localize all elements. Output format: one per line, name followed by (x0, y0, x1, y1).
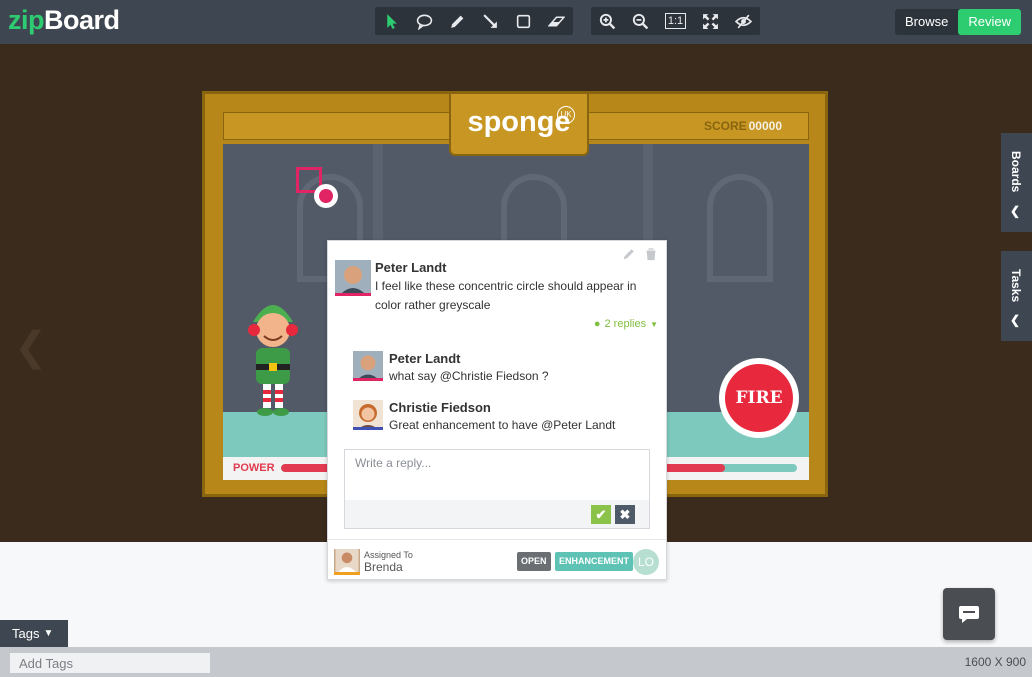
assignee-avatar (334, 549, 360, 575)
score-label: SCORE (703, 119, 747, 133)
arrow-icon (483, 13, 497, 28)
tasks-tab[interactable]: Tasks ❮ (1001, 251, 1032, 341)
reply-text: what say @Christie Fiedson ? (389, 369, 549, 383)
pointer-icon (387, 13, 397, 29)
replies-toggle[interactable]: ● 2 replies ▼ (594, 318, 658, 330)
rectangle-tool[interactable] (507, 7, 540, 35)
type-badge[interactable]: ENHANCEMENT (555, 552, 634, 571)
status-badge[interactable]: OPEN (517, 552, 551, 571)
score-display: SCORE 00000 (704, 119, 782, 133)
bottom-bar: 1600 X 900 (0, 647, 1032, 677)
avatar (335, 260, 371, 296)
eraser-icon (548, 16, 565, 26)
comment-author: Peter Landt (375, 260, 447, 275)
zoom-in-icon (599, 13, 616, 29)
chevron-down-icon: ▼ (43, 628, 54, 639)
pointer-tool[interactable] (375, 7, 408, 35)
reply-input[interactable] (345, 450, 649, 500)
fire-label: FIRE (725, 364, 793, 432)
reply-author: Christie Fiedson (389, 400, 491, 415)
replies-count: 2 replies (604, 318, 647, 330)
sponge-logo: sponge (467, 106, 571, 138)
score-value: 00000 (748, 119, 782, 133)
comment-tool[interactable] (408, 7, 441, 35)
avatar (353, 351, 383, 381)
speech-bubble-icon (416, 14, 433, 30)
mode-toggle: Browse Review (895, 9, 1021, 35)
boards-tab-label: Boards (1009, 151, 1023, 193)
arrow-tool[interactable] (474, 7, 507, 35)
zipboard-logo[interactable]: zipBoard (8, 5, 120, 36)
tasks-tab-label: Tasks (1009, 269, 1023, 303)
edit-icon[interactable] (622, 247, 636, 261)
assignee-name[interactable]: Brenda (364, 560, 403, 574)
browse-button[interactable]: Browse (895, 9, 958, 35)
eraser-tool[interactable] (540, 7, 573, 35)
assigned-to-label: Assigned To (364, 550, 413, 560)
annotation-pin-icon[interactable] (314, 184, 338, 208)
pencil-tool[interactable] (441, 7, 474, 35)
rectangle-icon (516, 14, 531, 28)
uk-badge: UK (557, 106, 575, 124)
previous-arrow-icon[interactable]: ❮ (14, 324, 48, 370)
comment-popup: Peter Landt I feel like these concentric… (327, 240, 667, 580)
actual-size-button[interactable]: 1:1 (657, 7, 694, 35)
comment-footer: Assigned To Brenda OPEN ENHANCEMENT LO (328, 539, 666, 579)
chevron-left-icon: ❮ (1010, 204, 1021, 218)
actual-size-icon: 1:1 (664, 13, 687, 29)
reply-box: ✔ ✖ (344, 449, 650, 529)
zoom-in-button[interactable] (591, 7, 624, 35)
trash-icon[interactable] (644, 247, 658, 261)
comment-text: I feel like these concentric circle shou… (375, 279, 637, 312)
zoom-out-button[interactable] (624, 7, 657, 35)
fit-screen-button[interactable] (694, 7, 727, 35)
speech-bubble-icon: ● (593, 318, 601, 330)
cancel-reply-button[interactable]: ✖ (615, 505, 635, 524)
hide-annotations-icon (735, 14, 752, 28)
user-initials-badge[interactable]: LO (633, 549, 659, 575)
check-icon: ✔ (595, 507, 607, 522)
pencil-icon (451, 15, 464, 28)
hide-annotations-button[interactable] (727, 7, 760, 35)
reply-author: Peter Landt (389, 351, 461, 366)
elf-character (248, 305, 298, 416)
fire-button: FIRE (719, 358, 799, 438)
canvas-dimensions: 1600 X 900 (964, 655, 1026, 669)
chevron-left-icon: ❮ (1010, 313, 1021, 327)
review-button[interactable]: Review (958, 9, 1021, 35)
arched-window (707, 174, 773, 282)
close-icon: ✖ (619, 507, 631, 522)
tags-label: Tags (12, 626, 40, 641)
power-label: POWER (233, 462, 275, 474)
zoom-out-icon (632, 13, 649, 29)
draw-toolbar (375, 7, 573, 35)
add-tags-input[interactable] (10, 653, 210, 673)
chat-button[interactable] (943, 588, 995, 640)
comment-actions (622, 247, 658, 261)
tags-toggle[interactable]: Tags ▼ (0, 620, 68, 647)
chat-icon (959, 606, 979, 623)
reply-text: Great enhancement to have @Peter Landt (389, 418, 616, 432)
top-bar: zipBoard 1:1 Browse Review (0, 0, 1032, 44)
view-toolbar: 1:1 (591, 7, 760, 35)
caret-down-icon: ▼ (650, 319, 658, 329)
avatar (353, 400, 383, 430)
fit-screen-icon (703, 13, 718, 29)
boards-tab[interactable]: Boards ❮ (1001, 133, 1032, 232)
sponge-logo-badge: sponge UK (449, 94, 589, 156)
submit-reply-button[interactable]: ✔ (591, 505, 611, 524)
